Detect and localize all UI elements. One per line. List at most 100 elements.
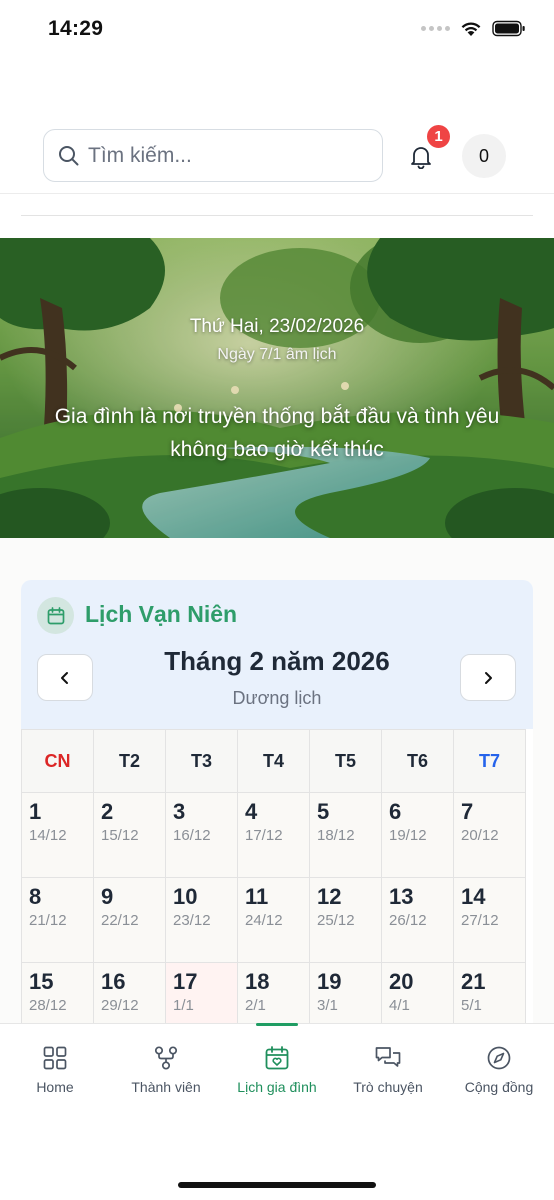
lunar-day: 3/1: [317, 997, 338, 1014]
notification-badge: 1: [425, 123, 452, 150]
lunar-day: 26/12: [389, 912, 427, 929]
day-number: 5: [317, 799, 330, 824]
nav-chat[interactable]: Trò chuyện: [333, 1024, 443, 1114]
calendar-day[interactable]: 21 5/1: [453, 962, 526, 1024]
calendar-day[interactable]: 15 28/12: [21, 962, 94, 1024]
lunar-day: 28/12: [29, 997, 67, 1014]
calendar-day[interactable]: 1 14/12: [21, 792, 94, 878]
header-divider: [0, 193, 554, 194]
calendar-day[interactable]: 9 22/12: [93, 877, 166, 963]
nav-members-label: Thành viên: [131, 1079, 201, 1095]
day-number: 8: [29, 884, 42, 909]
search-placeholder: Tìm kiếm...: [88, 143, 192, 167]
day-number: 19: [317, 969, 342, 994]
calendar-day[interactable]: 14 27/12: [453, 877, 526, 963]
calendar-day[interactable]: 20 4/1: [381, 962, 454, 1024]
calendar-type: Dương lịch: [232, 688, 322, 708]
nav-community[interactable]: Cộng đồng: [444, 1024, 554, 1114]
calendar-day-highlighted[interactable]: 17 1/1: [165, 962, 238, 1024]
weekday-saturday: T7: [453, 729, 526, 793]
week-row: 8 21/12 9 22/12 10 23/12 11 24/12 12 25/12 13…: [21, 877, 533, 963]
lunar-day: 19/12: [389, 827, 427, 844]
calendar-heart-icon: [264, 1044, 290, 1072]
chevron-right-icon: [485, 671, 492, 684]
nav-home-label: Home: [36, 1079, 74, 1095]
nav-members[interactable]: Thành viên: [111, 1024, 221, 1114]
day-number: 16: [101, 969, 126, 994]
battery-icon: [492, 20, 525, 37]
family-banner: [0, 238, 554, 538]
day-number: 7: [461, 799, 474, 824]
lunar-day: 24/12: [245, 912, 283, 929]
weekday-tuesday: T3: [165, 729, 238, 793]
calendar-icon: [37, 597, 74, 634]
day-number: 13: [389, 884, 414, 909]
chat-icon: [374, 1044, 402, 1072]
members-icon: [153, 1044, 179, 1072]
calendar-day[interactable]: 13 26/12: [381, 877, 454, 963]
calendar-day[interactable]: 6 19/12: [381, 792, 454, 878]
day-number: 6: [389, 799, 402, 824]
next-month-button[interactable]: [460, 654, 516, 701]
grid-icon: [42, 1044, 68, 1072]
nav-home[interactable]: Home: [0, 1024, 110, 1114]
day-number: 3: [173, 799, 186, 824]
calendar-day[interactable]: 18 2/1: [237, 962, 310, 1024]
lunar-day: 21/12: [29, 912, 67, 929]
banner-date: Thứ Hai, 23/02/2026: [189, 316, 365, 337]
day-number: 15: [29, 969, 54, 994]
calendar-day[interactable]: 5 18/12: [309, 792, 382, 878]
lunar-day: 2/1: [245, 997, 266, 1014]
nav-family-calendar[interactable]: Lịch gia đình: [222, 1024, 332, 1114]
calendar-day[interactable]: 2 15/12: [93, 792, 166, 878]
calendar-day[interactable]: 8 21/12: [21, 877, 94, 963]
calendar-day[interactable]: 4 17/12: [237, 792, 310, 878]
compass-icon: [486, 1044, 512, 1072]
day-number: 10: [173, 884, 198, 909]
nav-family-calendar-label: Lịch gia đình: [237, 1079, 317, 1095]
points-button[interactable]: 0: [462, 134, 506, 178]
lunar-day: 23/12: [173, 912, 211, 929]
nav-community-label: Cộng đồng: [464, 1079, 534, 1095]
nav-chat-label: Trò chuyện: [353, 1079, 423, 1095]
forest-river-illustration: [0, 238, 554, 538]
calendar-day[interactable]: 12 25/12: [309, 877, 382, 963]
lunar-day: 17/12: [245, 827, 283, 844]
day-number: 21: [461, 969, 486, 994]
calendar-day[interactable]: 7 20/12: [453, 792, 526, 878]
week-row: 1 14/12 2 15/12 3 16/12 4 17/12 5 18/12 6 19/1…: [21, 792, 533, 878]
weekday-monday: T2: [93, 729, 166, 793]
week-row: 15 28/12 16 29/12 17 1/1 18 2/1 19 3/1 20 4/1 …: [21, 962, 533, 1024]
calendar-day[interactable]: 10 23/12: [165, 877, 238, 963]
lunar-day: 22/12: [101, 912, 139, 929]
calendar-day[interactable]: 16 29/12: [93, 962, 166, 1024]
calendar-day[interactable]: 11 24/12: [237, 877, 310, 963]
day-number: 4: [245, 799, 258, 824]
weekday-friday: T6: [381, 729, 454, 793]
day-number: 1: [29, 799, 42, 824]
calendar-day[interactable]: 19 3/1: [309, 962, 382, 1024]
wifi-icon: [461, 21, 481, 36]
calendar-title: Lịch Vạn Niên: [85, 601, 238, 627]
bell-icon: [411, 147, 431, 169]
search-icon: [59, 145, 79, 165]
day-number: 12: [317, 884, 342, 909]
weekday-wednesday: T4: [237, 729, 310, 793]
calendar-card: Lịch Vạn Niên Tháng 2 năm 2026 Dương lịc…: [21, 580, 533, 1024]
lunar-day: 14/12: [29, 827, 67, 844]
status-time: 14:29: [48, 17, 104, 40]
day-number: 18: [245, 969, 270, 994]
calendar-day[interactable]: 3 16/12: [165, 792, 238, 878]
day-number: 17: [173, 969, 198, 994]
lunar-day: 15/12: [101, 827, 139, 844]
day-number: 14: [461, 884, 486, 909]
home-indicator: [178, 1182, 376, 1188]
month-title: Tháng 2 năm 2026: [164, 646, 390, 676]
search-input[interactable]: Tìm kiếm...: [43, 129, 383, 182]
weekday-row: CN T2 T3 T4 T5 T6 T7: [21, 729, 533, 793]
lunar-day: 16/12: [173, 827, 211, 844]
bottom-navigation: Home Thành viên Lịch gia đình Trò chuyện…: [0, 1023, 554, 1200]
weekday-sunday: CN: [21, 729, 94, 793]
lunar-day: 4/1: [389, 997, 410, 1014]
lunar-day: 1/1: [173, 997, 194, 1014]
